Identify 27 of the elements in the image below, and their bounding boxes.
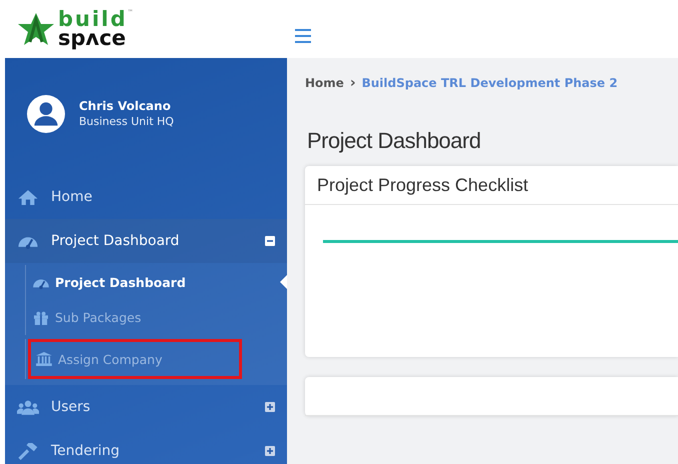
submenu-item[interactable]: Project Dashboard <box>28 265 242 300</box>
card-title: Project Progress Checklist <box>317 174 528 196</box>
logo-text: spʌce <box>58 29 127 48</box>
gavel-icon <box>17 442 39 460</box>
user-name: Chris Volcano <box>79 99 172 113</box>
menu-item[interactable]: Project Dashboard <box>5 219 287 263</box>
logo-text: build <box>58 10 128 29</box>
menu-item[interactable]: Home <box>5 175 287 219</box>
menu-item[interactable]: Users <box>5 385 287 429</box>
home-icon <box>17 188 39 206</box>
users-icon <box>17 398 39 416</box>
submenu-item[interactable]: Assign Company <box>28 339 242 379</box>
menu-item[interactable]: Tendering <box>5 429 287 464</box>
menu-icon[interactable] <box>295 29 311 43</box>
avatar-icon <box>27 94 65 132</box>
gift-icon <box>32 310 50 324</box>
breadcrumb-separator: › <box>350 75 356 91</box>
collapse-icon[interactable] <box>265 236 275 246</box>
breadcrumb-link[interactable]: Home <box>305 76 344 90</box>
bank-icon <box>35 352 53 366</box>
user-unit: Business Unit HQ <box>79 115 174 128</box>
star-logo-icon <box>16 12 56 46</box>
expand-icon[interactable] <box>265 446 275 456</box>
submenu-item[interactable]: Sub Packages <box>28 300 242 335</box>
expand-icon[interactable] <box>265 402 275 412</box>
breadcrumb-link[interactable]: BuildSpace TRL Development Phase 2 <box>362 76 618 90</box>
page-title: Project Dashboard <box>307 128 482 154</box>
